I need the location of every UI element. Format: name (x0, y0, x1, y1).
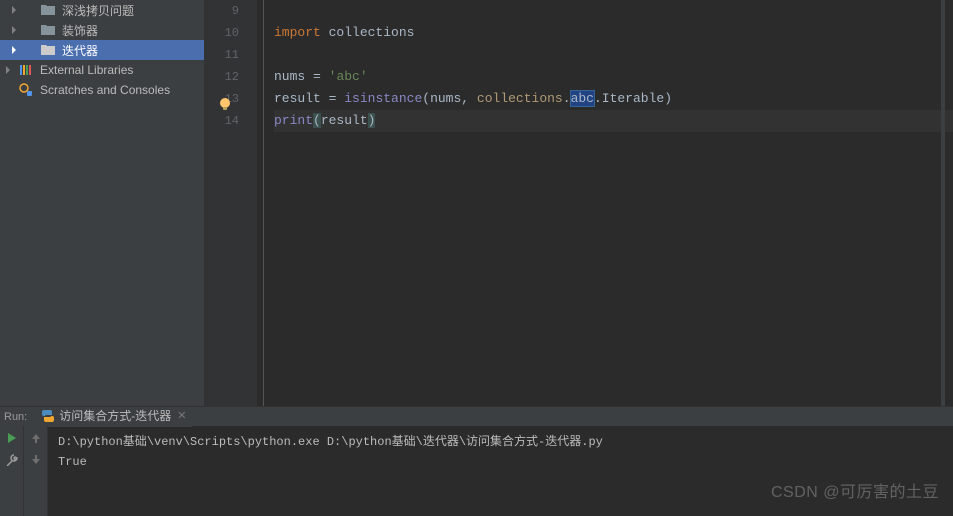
tree-label: External Libraries (40, 63, 133, 77)
python-file-icon (41, 409, 55, 423)
code-keyword: import (274, 25, 321, 40)
scratches-icon (18, 83, 34, 97)
scrollbar-track[interactable] (941, 0, 945, 406)
wrench-icon[interactable] (4, 452, 20, 468)
run-tool-header: Run: 访问集合方式-迭代器 ✕ (0, 406, 953, 426)
line-number: 12 (205, 66, 239, 88)
run-label: Run: (0, 411, 35, 423)
tree-label: 迭代器 (62, 42, 98, 59)
tree-label: Scratches and Consoles (40, 83, 170, 97)
console-command: D:\python基础\venv\Scripts\python.exe D:\p… (58, 432, 943, 452)
line-number: 11 (205, 44, 239, 66)
project-tree: 深浅拷贝问题 装饰器 迭代器 External Libraries Scratc… (0, 0, 205, 406)
chevron-right-icon (4, 66, 14, 74)
run-actions-primary (0, 426, 24, 516)
console-output[interactable]: D:\python基础\venv\Scripts\python.exe D:\p… (48, 426, 953, 516)
tree-external-libraries[interactable]: External Libraries (0, 60, 204, 80)
code-area[interactable]: import collections nums = 'abc' result =… (263, 0, 953, 406)
tree-folder-deepcopy[interactable]: 深浅拷贝问题 (0, 0, 204, 20)
arrow-up-icon[interactable] (28, 430, 44, 446)
arrow-down-icon[interactable] (28, 452, 44, 468)
tree-label: 深浅拷贝问题 (62, 2, 134, 19)
library-icon (18, 63, 34, 77)
matched-symbol: abc (571, 91, 594, 106)
run-tab-label: 访问集合方式-迭代器 (59, 407, 171, 424)
console-line: True (58, 452, 943, 472)
line-number: 10 (205, 22, 239, 44)
folder-icon (40, 3, 56, 17)
run-tab[interactable]: 访问集合方式-迭代器 ✕ (35, 407, 192, 427)
line-gutter: 9 10 11 12 13 14 (205, 0, 257, 406)
current-line: print(result) (274, 110, 953, 132)
tree-folder-decorator[interactable]: 装饰器 (0, 20, 204, 40)
tree-scratches[interactable]: Scratches and Consoles (0, 80, 204, 100)
line-number: 9 (205, 0, 239, 22)
tree-label: 装饰器 (62, 22, 98, 39)
line-number: 14 (205, 110, 239, 132)
rerun-icon[interactable] (4, 430, 20, 446)
run-panel: D:\python基础\venv\Scripts\python.exe D:\p… (0, 426, 953, 516)
chevron-right-icon (10, 46, 20, 54)
tree-folder-iterator[interactable]: 迭代器 (0, 40, 204, 60)
folder-icon (40, 23, 56, 37)
folder-icon (40, 43, 56, 57)
run-actions-secondary (24, 426, 48, 516)
editor: 9 10 11 12 13 14 import collections nums… (205, 0, 953, 406)
close-icon[interactable]: ✕ (177, 409, 186, 422)
intention-bulb-icon[interactable] (217, 96, 233, 112)
chevron-right-icon (10, 6, 20, 14)
chevron-right-icon (10, 26, 20, 34)
